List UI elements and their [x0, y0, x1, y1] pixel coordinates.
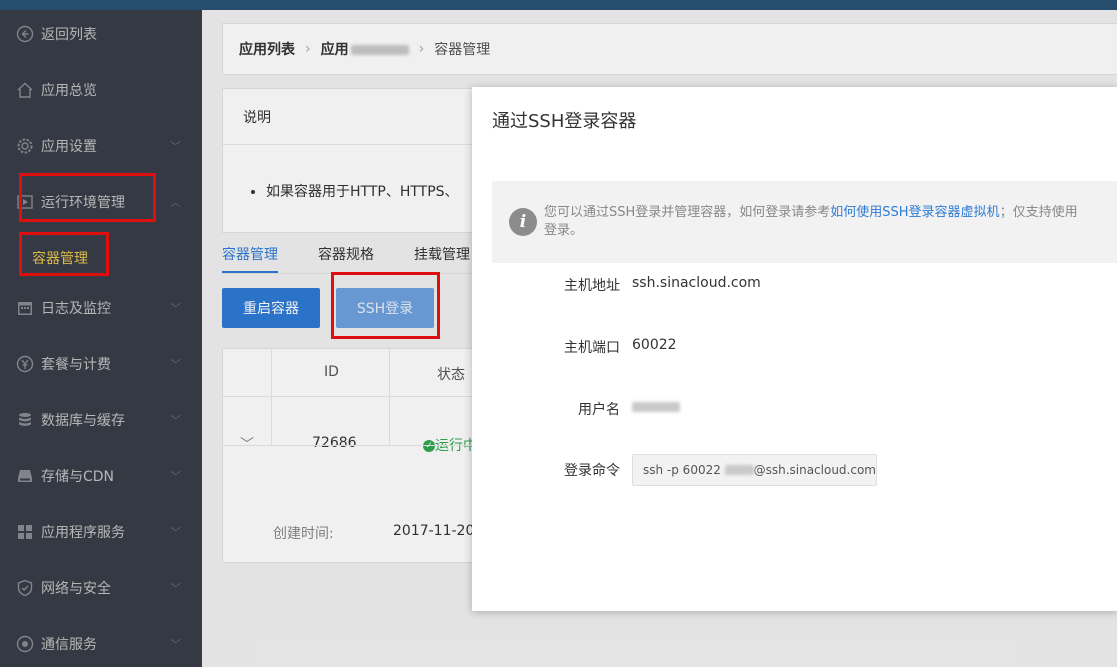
port-value: 60022 — [632, 337, 677, 353]
info-box: i 您可以通过SSH登录并管理容器，如何登录请参考如何使用SSH登录容器虚拟机；… — [492, 181, 1117, 263]
info-text: 您可以通过SSH登录并管理容器，如何登录请参考如何使用SSH登录容器虚拟机；仅支… — [544, 205, 1078, 238]
port-label: 主机端口 — [564, 340, 620, 356]
ssh-help-link[interactable]: 如何使用SSH登录容器虚拟机 — [830, 205, 999, 220]
ssh-command-field[interactable]: ssh -p 60022 @ssh.sinacloud.com — [632, 454, 877, 486]
command-row: 登录命令 ssh -p 60022 @ssh.sinacloud.com — [472, 454, 1117, 486]
host-row: 主机地址 ssh.sinacloud.com — [472, 269, 1117, 299]
port-row: 主机端口 60022 — [472, 331, 1117, 361]
username-label: 用户名 — [578, 402, 620, 418]
host-label: 主机地址 — [564, 278, 620, 294]
username-value-redacted — [632, 399, 680, 415]
ssh-login-dialog: 通过SSH登录容器 i 您可以通过SSH登录并管理容器，如何登录请参考如何使用S… — [472, 87, 1117, 611]
command-label: 登录命令 — [564, 463, 620, 479]
info-icon: i — [509, 208, 537, 236]
dialog-title: 通过SSH登录容器 — [492, 111, 637, 132]
host-value: ssh.sinacloud.com — [632, 275, 761, 291]
username-row: 用户名 — [472, 393, 1117, 423]
